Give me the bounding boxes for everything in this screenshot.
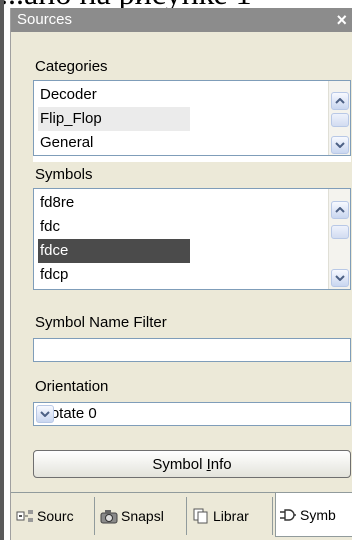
chevron-up-icon [335,207,345,213]
chevron-up-icon [335,98,345,104]
sources-panel: Sources × Categories Decoder Flip_Flop G… [10,8,352,540]
scroll-thumb[interactable] [331,225,349,239]
orientation-label: Orientation [35,378,109,395]
symbol-info-button[interactable]: Symbol Info [33,450,351,478]
tab-snapshots[interactable]: Snapsl [97,497,187,535]
left-divider [0,0,4,540]
symbols-icon [280,508,296,521]
chevron-down-icon [40,411,50,417]
tab-label: Snapsl [121,508,164,524]
symbol-name-filter-input[interactable] [33,338,351,362]
scroll-down-button[interactable] [331,269,349,287]
chevron-down-icon [335,142,345,148]
categories-list[interactable]: Decoder Flip_Flop General [33,80,351,156]
close-icon[interactable]: × [336,8,347,32]
sources-icon [16,510,33,522]
filter-label: Symbol Name Filter [35,314,167,331]
list-item[interactable]: fd8re [38,191,190,215]
categories-label: Categories [35,58,108,75]
scroll-thumb[interactable] [331,113,349,127]
symbols-label: Symbols [35,166,93,183]
panel-titlebar: Sources × [11,8,352,32]
symbols-scrollbar[interactable] [328,189,350,289]
list-item[interactable]: Decoder [38,83,190,107]
list-item-selected[interactable]: fdce [38,239,190,263]
scroll-up-button[interactable] [331,201,349,219]
button-label-part: nfo [210,455,232,473]
scroll-down-button[interactable] [331,136,349,154]
list-item[interactable]: General [38,131,190,155]
tab-label: Sourc [37,508,74,524]
tab-symbols[interactable]: Symb [275,493,352,537]
orientation-select[interactable]: Rotate 0 [33,402,351,426]
document-header-text: ...ано на рисунке 1 [0,0,352,8]
list-item[interactable]: fdcp [38,263,190,287]
tab-sources[interactable]: Sourc [13,497,95,535]
tab-label: Librar [213,508,249,524]
chevron-down-icon [335,275,345,281]
panel-title: Sources [17,11,73,28]
dropdown-button[interactable] [36,405,54,423]
symbols-list[interactable]: fd8re fdc fdce fdcp [33,188,351,290]
scroll-up-button[interactable] [331,92,349,110]
libraries-icon [193,508,208,524]
snapshots-icon [100,510,118,524]
list-item[interactable]: fdc [38,215,190,239]
tab-libraries[interactable]: Librar [189,497,273,535]
tab-label: Symb [300,506,336,523]
button-label-part: Symbol [152,455,207,473]
list-separator [33,156,351,162]
categories-scrollbar[interactable] [328,81,350,155]
panel-tabs: Sourc Snapsl Librar Symb [11,492,352,540]
list-item[interactable]: Flip_Flop [38,107,190,131]
